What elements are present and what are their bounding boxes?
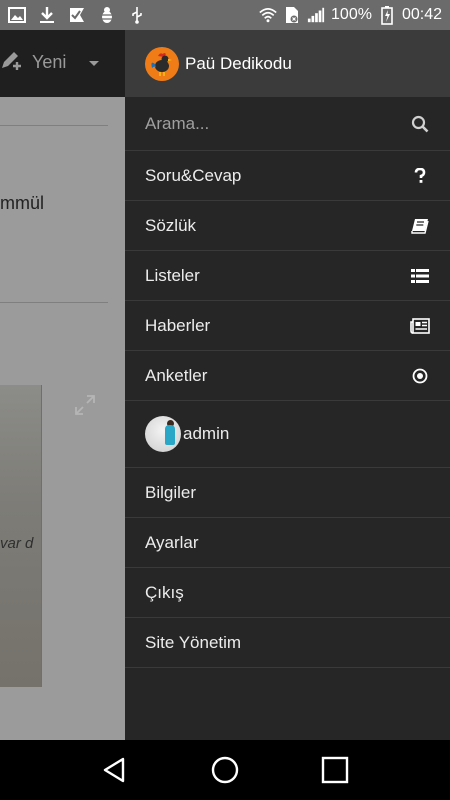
menu-item-haberler[interactable]: Haberler bbox=[125, 301, 450, 351]
navigation-drawer: Paü Dedikodu Soru&Cevap Sözlük Listeler bbox=[125, 30, 450, 740]
newspaper-icon bbox=[410, 316, 430, 336]
menu-item-site-yonetim[interactable]: Site Yönetim bbox=[125, 618, 450, 668]
home-button[interactable] bbox=[205, 750, 245, 790]
bug-icon bbox=[98, 6, 116, 24]
search-input[interactable] bbox=[145, 113, 385, 134]
menu-item-label: Listeler bbox=[145, 265, 200, 285]
username-label: admin bbox=[183, 424, 230, 443]
notification-icons bbox=[8, 6, 146, 24]
sim-card-icon bbox=[283, 6, 301, 24]
menu-item-soru-cevap[interactable]: Soru&Cevap bbox=[125, 151, 450, 201]
question-icon bbox=[410, 166, 430, 186]
menu-item-label: Bilgiler bbox=[145, 482, 197, 502]
image-notification-icon bbox=[8, 6, 26, 24]
menu-item-label: Soru&Cevap bbox=[145, 165, 242, 185]
menu-item-label: Anketler bbox=[145, 365, 208, 385]
menu-item-label: Haberler bbox=[145, 315, 211, 335]
poll-icon bbox=[410, 366, 430, 386]
system-icons: 100% 00:42 bbox=[259, 6, 442, 25]
book-icon bbox=[410, 216, 430, 236]
battery-charging-icon bbox=[378, 6, 396, 25]
rooster-logo-icon bbox=[145, 46, 179, 81]
background-divider bbox=[0, 125, 108, 126]
background-photo: var d bbox=[0, 385, 42, 687]
user-profile-item[interactable]: admin bbox=[125, 401, 450, 468]
menu-item-label: Çıkış bbox=[145, 582, 184, 602]
menu-item-label: Ayarlar bbox=[145, 532, 199, 552]
battery-percentage: 100% bbox=[331, 6, 372, 23]
menu-item-listeler[interactable]: Listeler bbox=[125, 251, 450, 301]
back-button[interactable] bbox=[95, 750, 135, 790]
menu-item-cikis[interactable]: Çıkış bbox=[125, 568, 450, 618]
wifi-icon bbox=[259, 6, 277, 24]
menu-item-anketler[interactable]: Anketler bbox=[125, 351, 450, 401]
search-bar[interactable] bbox=[125, 97, 450, 151]
background-divider bbox=[0, 302, 108, 303]
checkmark-flag-icon bbox=[68, 6, 86, 24]
menu-item-label: Sözlük bbox=[145, 215, 197, 235]
recents-square-icon bbox=[321, 756, 349, 784]
clock: 00:42 bbox=[401, 6, 442, 23]
signal-icon bbox=[307, 6, 325, 24]
background-text-fragment: mmül bbox=[0, 193, 44, 213]
menu-item-label: Site Yönetim bbox=[145, 632, 242, 652]
menu-item-bilgiler[interactable]: Bilgiler bbox=[125, 468, 450, 518]
caret-down-icon bbox=[88, 52, 100, 73]
pencil-plus-icon bbox=[0, 48, 24, 77]
back-triangle-icon bbox=[103, 757, 125, 783]
status-bar: 100% 00:42 bbox=[0, 0, 450, 30]
usb-icon bbox=[128, 6, 146, 24]
photo-graffiti-text: var d bbox=[0, 535, 34, 552]
drawer-header: Paü Dedikodu bbox=[125, 30, 450, 97]
avatar bbox=[145, 416, 181, 452]
navigation-bar bbox=[0, 740, 450, 800]
list-icon bbox=[410, 266, 430, 286]
app-title: Paü Dedikodu bbox=[185, 53, 292, 73]
menu-item-ayarlar[interactable]: Ayarlar bbox=[125, 518, 450, 568]
recents-button[interactable] bbox=[315, 750, 355, 790]
home-circle-icon bbox=[211, 756, 239, 784]
screen: 100% 00:42 Yeni mmül var d Paü Dedikodu … bbox=[0, 0, 450, 800]
expand-icon bbox=[74, 394, 96, 416]
search-icon[interactable] bbox=[410, 114, 430, 134]
download-icon bbox=[38, 6, 56, 24]
new-post-label: Yeni bbox=[32, 52, 67, 72]
menu-item-sozluk[interactable]: Sözlük bbox=[125, 201, 450, 251]
new-post-button: Yeni bbox=[0, 48, 100, 77]
